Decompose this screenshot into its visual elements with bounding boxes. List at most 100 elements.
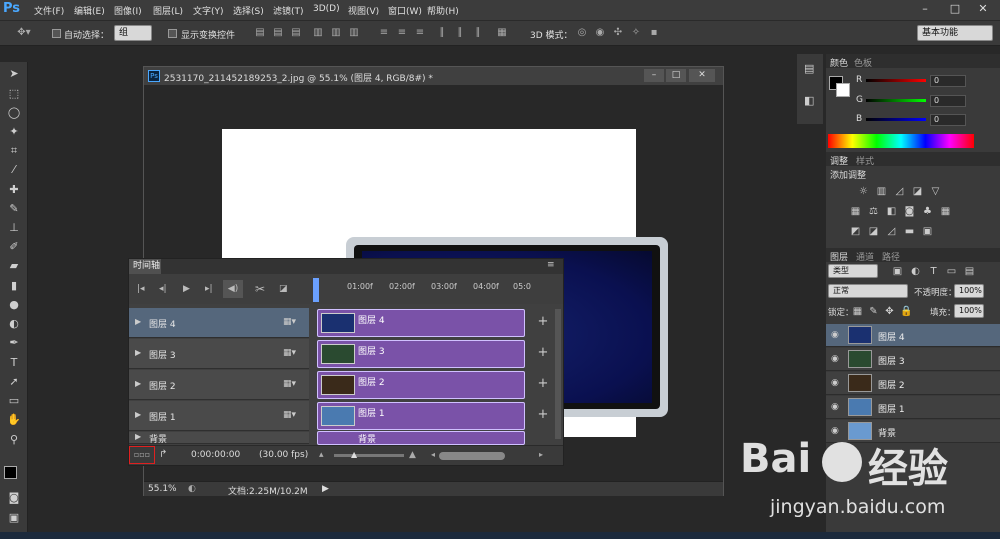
timeline-track-background[interactable]: ▶ 背景 [129,432,309,444]
eraser-tool-icon[interactable]: ▰ [6,258,22,274]
lock-all-icon[interactable]: 🔒 [900,306,912,317]
3d-rotate-icon[interactable]: ◎ [576,27,588,39]
layer-item-3[interactable]: ◉ 图层 3 [826,348,1000,371]
invert-icon[interactable]: ◩ [850,226,861,237]
time-ruler[interactable]: 01:00f 02:00f 03:00f 04:00f 05:0 [311,274,531,304]
quick-mask-icon[interactable]: ◙ [6,490,22,506]
next-frame-icon[interactable]: ▸| [205,284,213,294]
expand-arrow-icon[interactable]: ▶ [135,317,141,326]
color-balance-icon[interactable]: ⚖ [868,206,879,217]
add-media-icon[interactable]: + [533,374,553,394]
track-menu-icon[interactable]: ▦▾ [283,410,296,420]
panel-menu-icon[interactable]: ≡ [547,260,555,270]
background-swatch[interactable] [836,83,850,97]
tab-swatches[interactable]: 色板 [854,56,872,69]
zoom-out-timeline-icon[interactable]: ▴ [319,450,324,460]
menu-type[interactable]: 文字(Y) [193,4,224,17]
prev-frame-icon[interactable]: ◂| [159,284,167,294]
fill-input[interactable]: 100% [954,304,984,318]
lock-transparency-icon[interactable]: ▦ [852,306,863,317]
visibility-eye-icon[interactable]: ◉ [831,426,841,436]
auto-select-checkbox[interactable] [52,29,61,38]
doc-close-button[interactable]: ✕ [689,69,715,82]
timeline-track-layer3[interactable]: ▶ 图层 3 ▦▾ [129,339,309,369]
type-tool-icon[interactable]: T [6,355,22,371]
track-menu-icon[interactable]: ▦▾ [283,317,296,327]
menu-edit[interactable]: 编辑(E) [74,4,105,17]
distribute-right-icon[interactable]: ∥ [472,27,484,39]
zoom-slider-thumb[interactable]: ▲ [351,450,357,459]
posterize-icon[interactable]: ◪ [868,226,879,237]
render-video-icon[interactable]: ↱ [159,449,167,460]
doc-minimize-button[interactable]: – [644,69,664,82]
marquee-tool-icon[interactable]: ⬚ [6,86,22,102]
align-left-icon[interactable]: ▥ [312,27,324,39]
screen-mode-icon[interactable]: ▣ [6,510,22,526]
timeline-scrollbar[interactable] [555,309,561,439]
layer-item-4[interactable]: ◉ 图层 4 [826,324,1000,347]
distribute-bottom-icon[interactable]: ≡ [414,27,426,39]
audio-icon[interactable]: ◀) [223,280,243,298]
move-tool-icon[interactable]: ✥▾ [12,27,36,39]
visibility-eye-icon[interactable]: ◉ [831,330,841,340]
threshold-icon[interactable]: ◿ [886,226,897,237]
align-right-icon[interactable]: ▥ [348,27,360,39]
blur-tool-icon[interactable]: ● [6,297,22,313]
b-value[interactable]: 0 [930,114,966,126]
dodge-tool-icon[interactable]: ◐ [6,316,22,332]
filter-shape-icon[interactable]: ▭ [946,266,957,277]
status-arrow-icon[interactable]: ▶ [322,484,329,494]
timeline-zoom-slider[interactable] [334,454,404,457]
filter-adjust-icon[interactable]: ◐ [910,266,921,277]
selective-color-icon[interactable]: ▣ [922,226,933,237]
menu-select[interactable]: 选择(S) [233,4,264,17]
hand-tool-icon[interactable]: ✋ [6,412,22,428]
hue-saturation-icon[interactable]: ▦ [850,206,861,217]
blend-mode-dropdown[interactable]: 正常 [828,284,908,298]
3d-scale-icon[interactable]: ▪ [648,27,660,39]
clip-background[interactable]: 背景 [317,431,525,445]
distribute-vcenter-icon[interactable]: ≡ [396,27,408,39]
expand-arrow-icon[interactable]: ▶ [135,410,141,419]
timeline-track-layer4[interactable]: ▶ 图层 4 ▦▾ [129,308,309,338]
show-transform-checkbox[interactable] [168,29,177,38]
path-select-tool-icon[interactable]: ➚ [6,374,22,390]
auto-select-dropdown[interactable]: 组 [114,25,152,41]
status-icon[interactable]: ◐ [188,484,196,494]
tab-paths[interactable]: 路径 [882,250,900,263]
opacity-input[interactable]: 100% [954,284,984,298]
visibility-eye-icon[interactable]: ◉ [831,354,841,364]
lock-pixels-icon[interactable]: ✎ [868,306,879,317]
color-spectrum[interactable] [828,134,974,148]
menu-help[interactable]: 帮助(H) [427,4,459,17]
curves-icon[interactable]: ◿ [894,186,905,197]
tab-adjustments[interactable]: 调整 [830,154,848,167]
g-value[interactable]: 0 [930,95,966,107]
split-scissors-icon[interactable]: ✂ [255,282,265,296]
visibility-eye-icon[interactable]: ◉ [831,378,841,388]
tab-channels[interactable]: 通道 [856,250,874,263]
r-slider[interactable] [866,79,926,82]
filter-smart-icon[interactable]: ▤ [964,266,975,277]
first-frame-icon[interactable]: |◂ [137,284,145,294]
b-slider[interactable] [866,118,926,121]
3d-drag-icon[interactable]: ✣ [612,27,624,39]
brush-tool-icon[interactable]: ✎ [6,201,22,217]
quick-select-tool-icon[interactable]: ✦ [6,124,22,140]
clip-layer1[interactable]: 图层 1 [317,402,525,430]
channel-mixer-icon[interactable]: ♣ [922,206,933,217]
vibrance-icon[interactable]: ▽ [930,186,941,197]
g-slider[interactable] [866,99,926,102]
expand-arrow-icon[interactable]: ▶ [135,379,141,388]
transition-icon[interactable]: ◪ [279,284,288,294]
exposure-icon[interactable]: ◪ [912,186,923,197]
photo-filter-icon[interactable]: ◙ [904,206,915,217]
align-bottom-icon[interactable]: ▤ [290,27,302,39]
zoom-level[interactable]: 55.1% [148,484,177,494]
properties-panel-icon[interactable]: ◧ [804,94,814,107]
add-media-icon[interactable]: + [533,405,553,425]
shape-tool-icon[interactable]: ▭ [6,393,22,409]
tab-layers[interactable]: 图层 [830,250,848,263]
align-top-icon[interactable]: ▤ [254,27,266,39]
horizontal-scrollbar[interactable] [439,452,505,460]
